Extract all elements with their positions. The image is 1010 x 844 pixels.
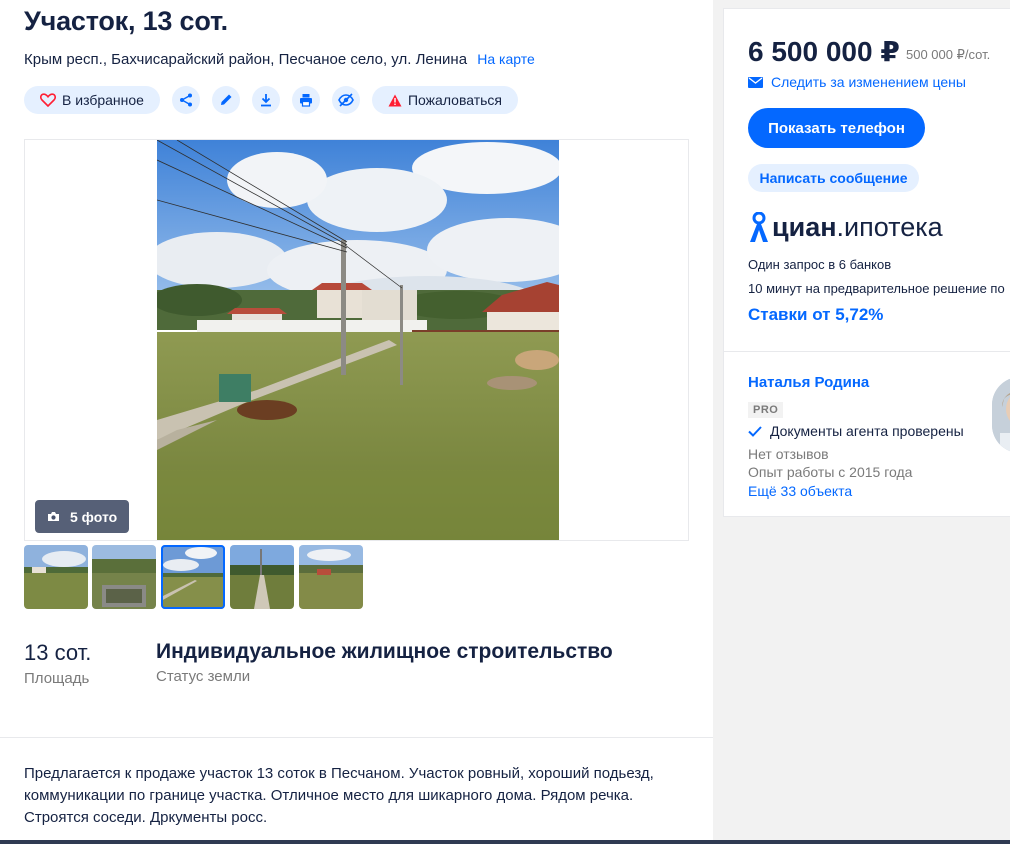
fact-land-status-value: Индивидуальное жилищное строительство [156,640,613,663]
logo-text: .ипотека [836,211,943,242]
warning-icon [388,94,402,106]
download-icon [261,94,271,107]
checkmark-icon [748,425,762,437]
mortgage-line-2: 10 минут на предварительное решение по [748,281,1005,296]
report-button[interactable]: Пожаловаться [372,86,518,114]
thumbnail-image [230,545,294,609]
eye-crossed-icon [338,93,354,107]
fact-area-label: Площадь [24,670,90,687]
fact-area: 13 сот. Площадь [24,640,91,687]
mortgage-rate-link[interactable]: Ставки от 5,72% [748,305,883,325]
share-icon [180,93,192,107]
thumbnail-image [92,545,156,609]
thumbnail-5[interactable] [299,545,363,609]
panel-divider [724,351,1010,352]
main-photo-frame[interactable]: 5 фото [24,139,689,541]
download-button[interactable] [252,86,280,114]
agent-reviews: Нет отзывов [748,446,829,462]
agent-verified-label: Документы агента проверены [770,423,964,439]
logo-bold: циан [772,211,837,242]
fact-land-status-label: Статус земли [156,668,251,685]
hide-button[interactable] [332,86,360,114]
agent-avatar[interactable] [992,377,1010,453]
agent-experience: Опыт работы с 2015 года [748,464,913,480]
pencil-icon [221,94,232,105]
cian-logo-icon [750,212,768,242]
cian-ipoteka-logo[interactable]: циан .ипотека [748,209,943,245]
thumbnail-2[interactable] [92,545,156,609]
report-label: Пожаловаться [407,92,502,108]
description-text: Предлагается к продаже участок 13 соток … [24,765,654,826]
bottom-bar [0,840,1010,844]
write-message-button[interactable]: Написать сообщение [748,164,919,192]
share-button[interactable] [172,86,200,114]
favorite-button[interactable]: В избранное [24,86,160,114]
favorite-label: В избранное [62,92,144,108]
mortgage-line-1: Один запрос в 6 банков [748,257,892,272]
thumbnail-image [161,545,225,609]
map-link[interactable]: На карте [477,51,535,67]
envelope-icon [748,76,763,88]
camera-icon [48,512,59,521]
agent-more-objects-link[interactable]: Ещё 33 объекта [748,483,852,499]
price-panel: 6 500 000 ₽ 500 000 ₽/сот. Следить за из… [723,8,1010,517]
follow-price-label: Следить за изменением цены [771,74,966,90]
follow-price-link[interactable]: Следить за изменением цены [748,74,966,90]
photo-count-badge[interactable]: 5 фото [35,500,130,533]
thumbnail-image [299,545,363,609]
printer-icon [300,94,312,107]
thumbnail-image [24,545,88,609]
price-per-unit: 500 000 ₽/сот. [906,47,991,62]
photo-count-label: 5 фото [70,508,118,525]
heart-icon [40,93,57,107]
fact-area-value: 13 сот. [24,640,92,665]
main-photo[interactable] [157,140,559,540]
show-phone-button[interactable]: Показать телефон [748,108,925,148]
address-line: Крым респ., Бахчисарайский район, Песчан… [24,51,535,68]
price: 6 500 000 ₽ [748,36,900,67]
pro-badge: PRO [748,402,784,418]
edit-button[interactable] [212,86,240,114]
thumbnail-3[interactable] [161,545,225,609]
thumbnail-1[interactable] [24,545,88,609]
thumbnail-4[interactable] [230,545,294,609]
page-title: Участок, 13 сот. [24,6,228,36]
print-button[interactable] [292,86,320,114]
address-text: Крым респ., Бахчисарайский район, Песчан… [24,51,468,68]
agent-verified: Документы агента проверены [748,423,964,439]
fact-land-status: Индивидуальное жилищное строительство Ст… [156,640,613,685]
agent-name-link[interactable]: Наталья Родина [748,374,869,391]
avatar-image [992,377,1010,453]
section-divider [0,737,713,738]
